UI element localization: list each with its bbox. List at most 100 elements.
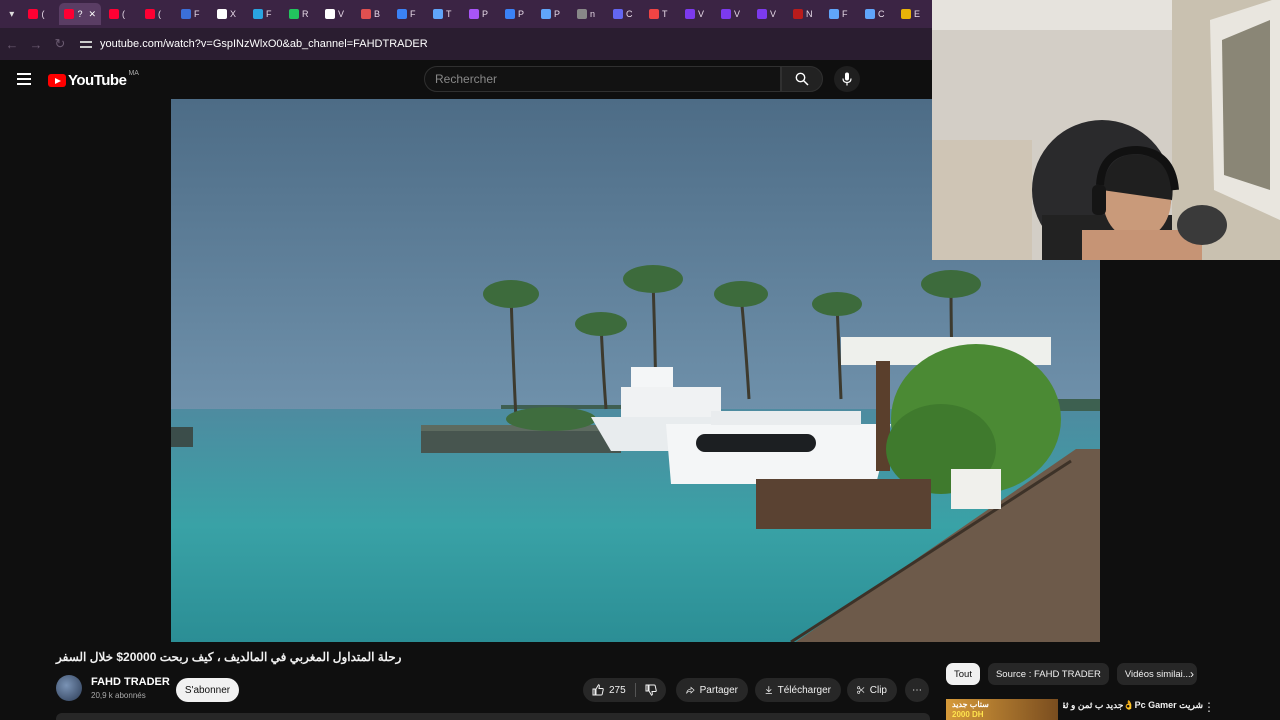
search-input[interactable]: Rechercher [424,66,781,92]
tab-favicon-icon [829,9,839,19]
browser-tab[interactable]: P [536,3,569,25]
browser-tab[interactable]: ( [104,3,137,25]
recommendation-menu-icon[interactable]: ⋮ [1203,700,1215,714]
youtube-header: YouTube MA Rechercher [0,60,932,98]
forward-arrow-icon[interactable]: → [24,37,48,52]
download-button[interactable]: Télécharger [755,678,841,702]
tab-title: n [590,9,596,19]
reload-icon[interactable]: ↻ [48,36,72,52]
browser-tab[interactable]: ( [23,3,56,25]
tab-favicon-icon [109,9,119,19]
tab-title: ( [158,9,161,19]
tab-title: P [518,9,525,19]
tab-favicon-icon [721,9,731,19]
youtube-logo[interactable]: YouTube MA [48,70,139,89]
tab-title: E [914,9,921,19]
tab-list-chevron-icon[interactable]: ▾ [0,0,23,28]
browser-tab[interactable]: R [284,3,317,25]
tab-favicon-icon [793,9,803,19]
tab-favicon-icon [397,9,407,19]
chip-source-channel[interactable]: Source : FAHD TRADER [987,663,1109,685]
tab-favicon-icon [145,9,155,19]
description-box[interactable] [56,713,930,720]
tab-title: F [266,9,272,19]
tab-favicon-icon [217,9,227,19]
page-scrollbar[interactable] [1272,260,1280,720]
tab-favicon-icon [757,9,767,19]
download-icon [765,686,772,694]
channel-name[interactable]: FAHD TRADER [91,676,170,688]
browser-tab[interactable]: V [320,3,353,25]
clip-button[interactable]: Clip [847,678,897,702]
back-arrow-icon[interactable]: ← [0,37,24,52]
thumbs-up-icon [592,684,604,696]
recommendation-title[interactable]: شريت Pc Gamer👌جديد ب ثمن و ثقة و [1063,700,1203,711]
tab-title: C [878,9,885,19]
channel-info[interactable]: FAHD TRADER 20,9 k abonnés [56,675,170,701]
scissors-icon [857,686,865,694]
tab-title: F [410,9,416,19]
browser-tab[interactable]: P [464,3,497,25]
browser-tab[interactable]: F [176,3,209,25]
thumbnail-headline: ستاب جديد [952,700,989,709]
address-bar: ← → ↻ youtube.com/watch?v=GspINzWlxO0&ab… [0,28,932,60]
browser-tab[interactable]: F [248,3,281,25]
browser-tab[interactable]: C [860,3,893,25]
tab-title: ( [122,9,125,19]
tab-title: ( [41,9,45,19]
site-settings-icon[interactable] [80,39,92,49]
tab-favicon-icon [64,9,75,19]
menu-icon[interactable] [17,73,31,85]
browser-tab[interactable]: F [392,3,425,25]
recommendation-filter-chips: Tout Source : FAHD TRADER Vidéos similai… [946,663,1197,685]
browser-tab[interactable]: V [680,3,713,25]
browser-tab[interactable]: N [788,3,821,25]
tab-title: C [626,9,633,19]
browser-tab[interactable]: ( [140,3,173,25]
url-text[interactable]: youtube.com/watch?v=GspINzWlxO0&ab_chann… [100,38,428,50]
browser-tab[interactable]: n [572,3,605,25]
like-button[interactable]: 275 [592,684,626,696]
tab-favicon-icon [577,9,587,19]
browser-tab[interactable]: E [896,3,929,25]
browser-tab[interactable]: C [608,3,641,25]
browser-tab[interactable]: T [644,3,677,25]
tab-close-icon[interactable]: ✕ [88,9,96,20]
webcam-feed [932,0,1280,260]
tab-favicon-icon [649,9,659,19]
search-placeholder: Rechercher [435,72,498,86]
tab-favicon-icon [289,9,299,19]
chip-similar-videos[interactable]: Vidéos similai... [1116,663,1197,685]
voice-search-button[interactable] [834,66,860,92]
browser-tab[interactable]: B [356,3,389,25]
tab-title: T [446,9,452,19]
browser-tab[interactable]: V [752,3,785,25]
browser-tab[interactable]: V [716,3,749,25]
tab-favicon-icon [613,9,623,19]
search-button[interactable] [781,66,823,92]
browser-tab-strip: ▾ (? ✕((F X F R V B F T P P Pn C T V V V N F C E [0,0,932,28]
more-horiz-icon: ⋯ [912,684,922,696]
thumbnail-price: 2000 DH [952,710,984,719]
browser-tab[interactable]: P [500,3,533,25]
chip-all[interactable]: Tout [946,663,980,685]
tab-favicon-icon [181,9,191,19]
subscribe-button[interactable]: S'abonner [176,678,239,702]
browser-tab[interactable]: T [428,3,461,25]
tab-title: F [194,9,200,19]
thumbs-down-icon [645,684,657,696]
browser-tab[interactable]: ? ✕ [59,3,101,25]
channel-avatar[interactable] [56,675,82,701]
browser-tab[interactable]: X [212,3,245,25]
chevron-right-icon[interactable]: › [1190,667,1194,681]
share-button[interactable]: Partager [676,678,748,702]
browser-tab[interactable]: F [824,3,857,25]
tab-title: P [482,9,489,19]
tab-favicon-icon [28,9,39,19]
youtube-play-icon [48,74,66,87]
tab-title: V [770,9,777,19]
dislike-button[interactable] [645,684,657,696]
tab-title: T [662,9,668,19]
recommendation-thumbnail[interactable]: ستاب جديد 2000 DH [946,699,1058,720]
more-actions-button[interactable]: ⋯ [905,678,929,702]
